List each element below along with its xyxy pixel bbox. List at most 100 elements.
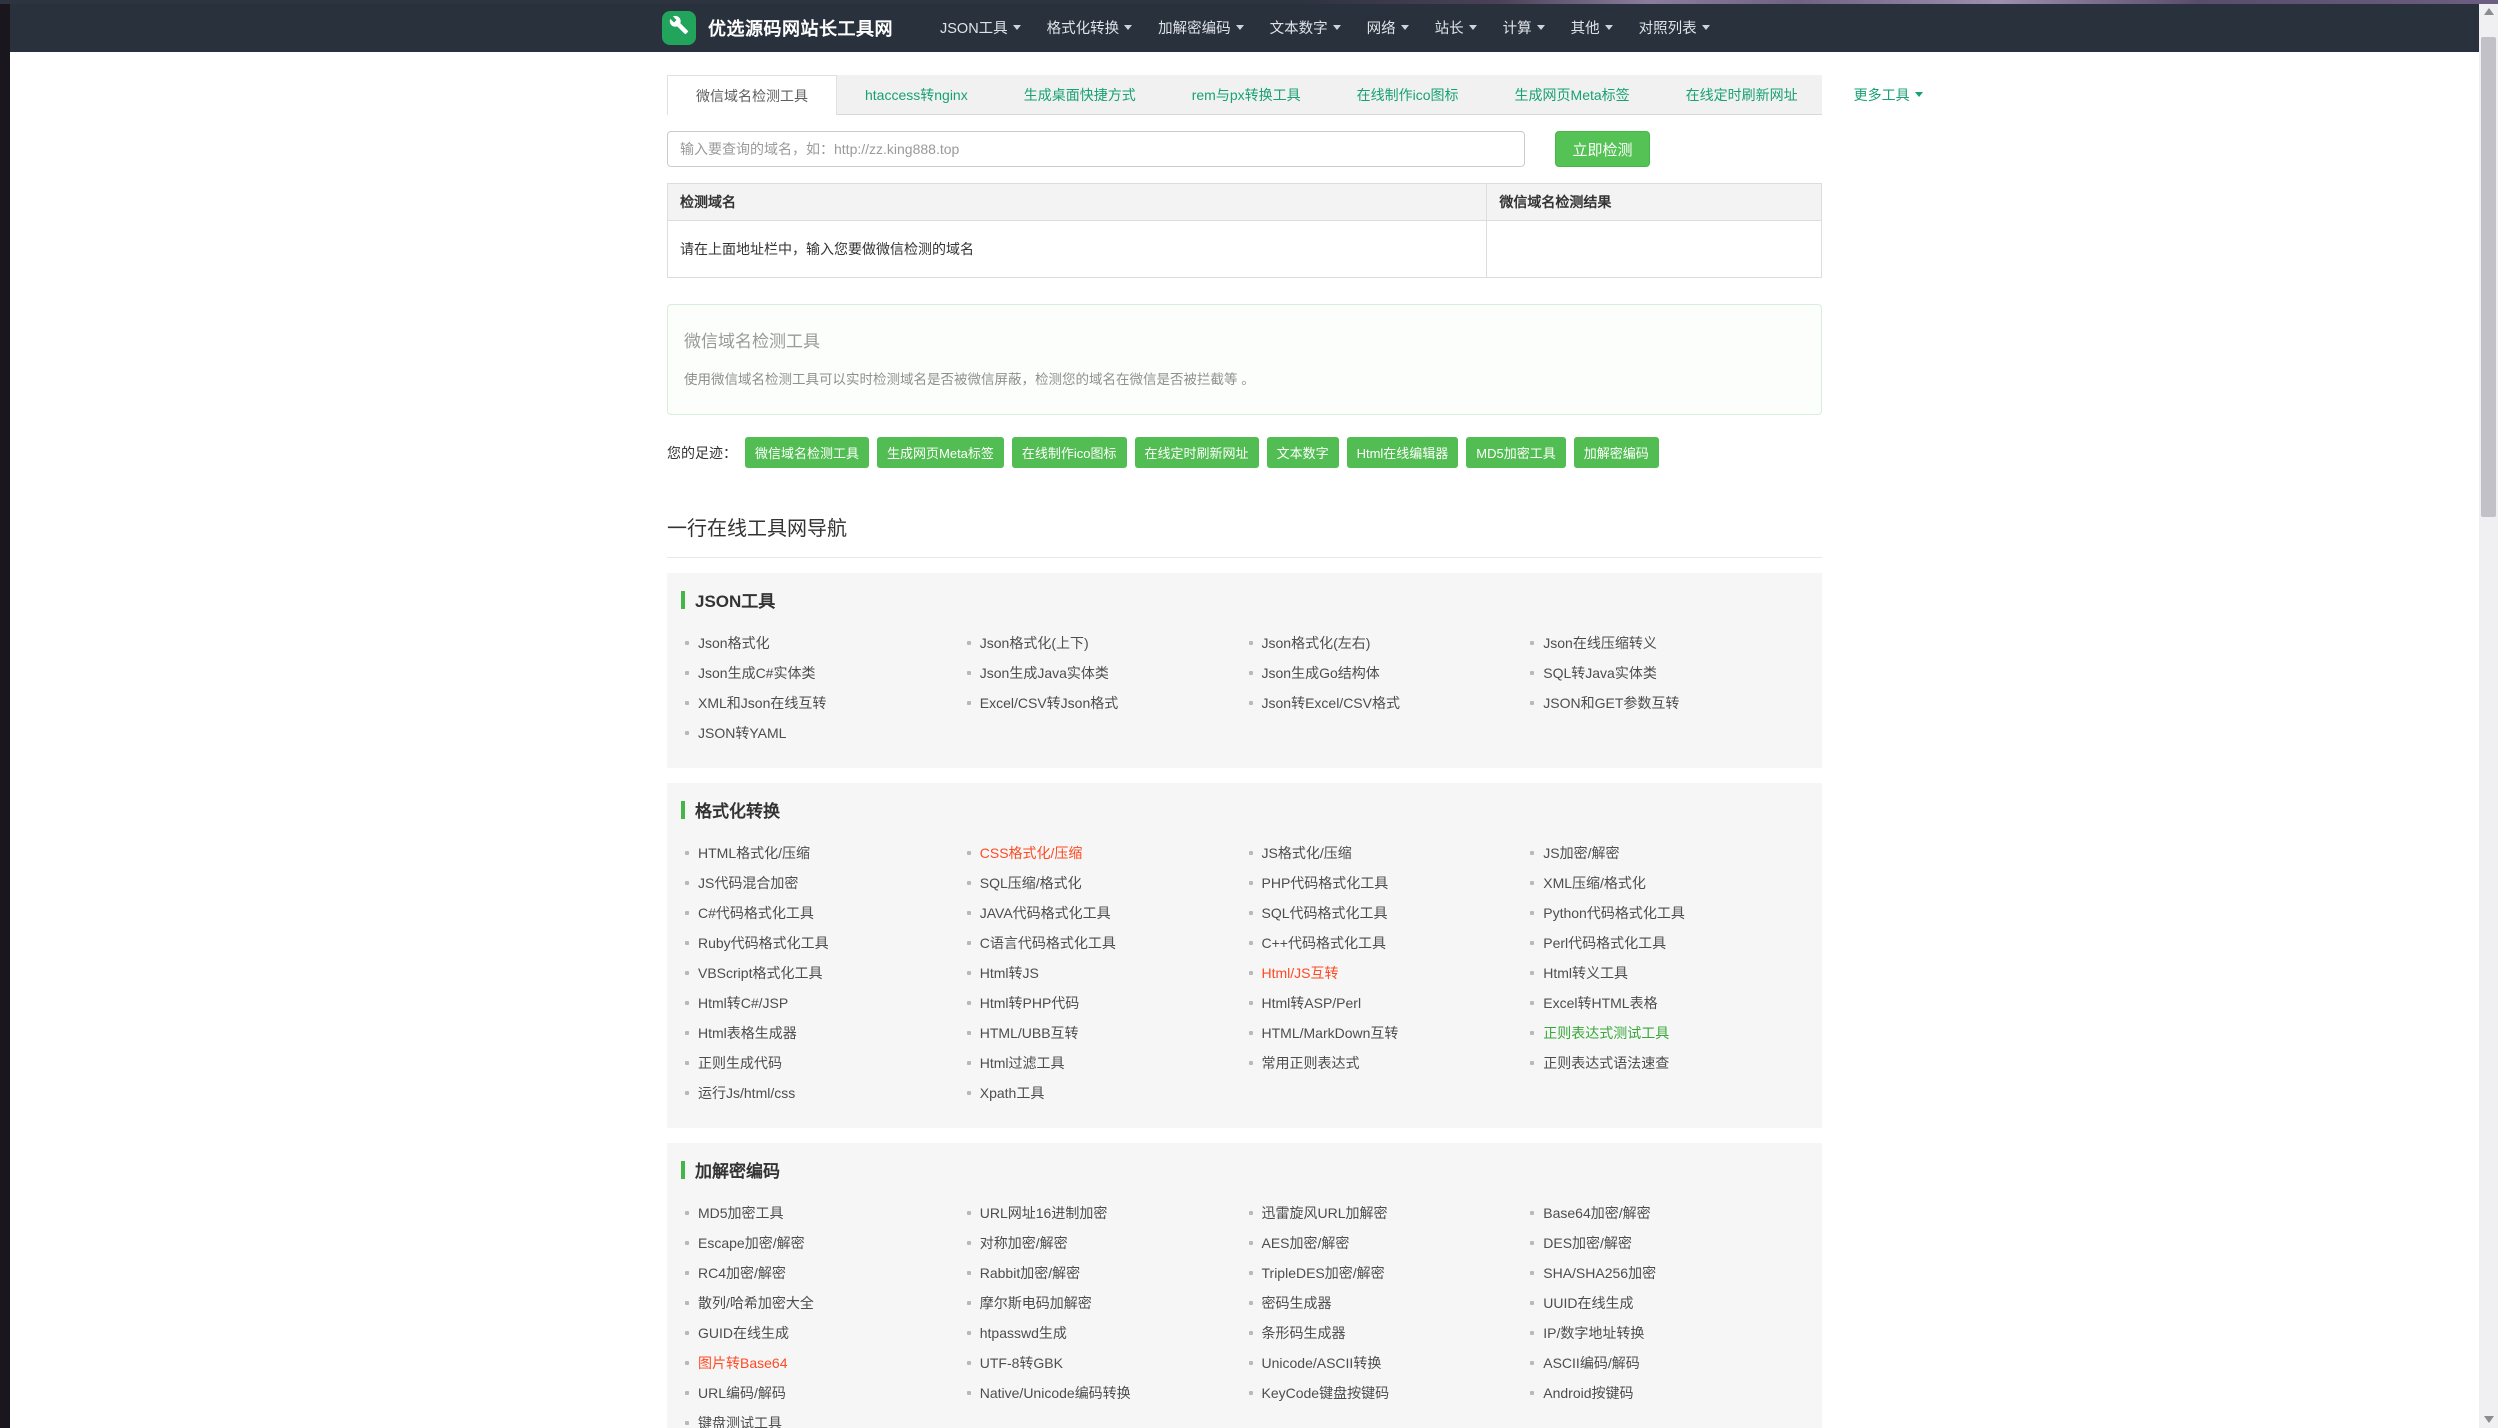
tool-link[interactable]: Json生成Go结构体 bbox=[1262, 663, 1380, 683]
tab-item[interactable]: 在线定时刷新网址 bbox=[1658, 75, 1826, 114]
menu-item[interactable]: 网络 bbox=[1354, 3, 1422, 52]
menu-item[interactable]: 对照列表 bbox=[1626, 3, 1723, 52]
tool-link[interactable]: Json格式化(左右) bbox=[1262, 633, 1371, 653]
tool-link[interactable]: htpasswd生成 bbox=[980, 1323, 1067, 1343]
tool-link[interactable]: URL编码/解码 bbox=[698, 1383, 786, 1403]
menu-item[interactable]: 格式化转换 bbox=[1034, 3, 1146, 52]
tool-link[interactable]: Html转ASP/Perl bbox=[1262, 993, 1362, 1013]
scrollbar-thumb[interactable] bbox=[2481, 37, 2496, 517]
tool-link[interactable]: Json格式化(上下) bbox=[980, 633, 1089, 653]
tool-link[interactable]: Html转义工具 bbox=[1543, 963, 1628, 983]
tool-link[interactable]: GUID在线生成 bbox=[698, 1323, 789, 1343]
tool-link[interactable]: XML压缩/格式化 bbox=[1543, 873, 1646, 893]
tool-link[interactable]: UUID在线生成 bbox=[1543, 1293, 1633, 1313]
tool-link[interactable]: SQL转Java实体类 bbox=[1543, 663, 1657, 683]
site-logo[interactable] bbox=[662, 10, 696, 45]
footprint-tag[interactable]: 加解密编码 bbox=[1573, 437, 1659, 468]
tool-link[interactable]: Html转PHP代码 bbox=[980, 993, 1080, 1013]
tool-link[interactable]: 正则表达式测试工具 bbox=[1543, 1023, 1669, 1043]
tool-link[interactable]: JS格式化/压缩 bbox=[1262, 843, 1352, 863]
tool-link[interactable]: TripleDES加密/解密 bbox=[1262, 1263, 1385, 1283]
tool-link[interactable]: URL网址16进制加密 bbox=[980, 1203, 1108, 1223]
tool-link[interactable]: HTML/MarkDown互转 bbox=[1262, 1023, 1399, 1043]
tab-item[interactable]: 更多工具 bbox=[1826, 75, 1951, 114]
footprint-tag[interactable]: 在线定时刷新网址 bbox=[1134, 437, 1259, 468]
tool-link[interactable]: 图片转Base64 bbox=[698, 1353, 787, 1373]
tool-link[interactable]: XML和Json在线互转 bbox=[698, 693, 826, 713]
tool-link[interactable]: Json在线压缩转义 bbox=[1543, 633, 1657, 653]
tab-item[interactable]: 生成网页Meta标签 bbox=[1487, 75, 1658, 114]
tool-link[interactable]: CSS格式化/压缩 bbox=[980, 843, 1083, 863]
tool-link[interactable]: HTML/UBB互转 bbox=[980, 1023, 1079, 1043]
tool-link[interactable]: ASCII编码/解码 bbox=[1543, 1353, 1639, 1373]
footprint-tag[interactable]: 微信域名检测工具 bbox=[745, 437, 870, 468]
footprint-tag[interactable]: MD5加密工具 bbox=[1466, 437, 1566, 468]
tool-link[interactable]: SHA/SHA256加密 bbox=[1543, 1263, 1656, 1283]
page-scrollbar[interactable] bbox=[2479, 3, 2498, 1428]
tool-link[interactable]: 条形码生成器 bbox=[1262, 1323, 1346, 1343]
tool-link[interactable]: Html/JS互转 bbox=[1262, 963, 1339, 983]
tool-link[interactable]: 散列/哈希加密大全 bbox=[698, 1293, 814, 1313]
domain-input[interactable] bbox=[667, 131, 1525, 167]
tool-link[interactable]: Json格式化 bbox=[698, 633, 770, 653]
footprint-tag[interactable]: 在线制作ico图标 bbox=[1011, 437, 1127, 468]
tool-link[interactable]: Xpath工具 bbox=[980, 1083, 1045, 1103]
tool-link[interactable]: Perl代码格式化工具 bbox=[1543, 933, 1666, 953]
menu-item[interactable]: 加解密编码 bbox=[1145, 3, 1257, 52]
tool-link[interactable]: Excel/CSV转Json格式 bbox=[980, 693, 1118, 713]
menu-item[interactable]: 计算 bbox=[1490, 3, 1558, 52]
tool-link[interactable]: Escape加密/解密 bbox=[698, 1233, 805, 1253]
tool-link[interactable]: JSON转YAML bbox=[698, 723, 786, 743]
tool-link[interactable]: Excel转HTML表格 bbox=[1543, 993, 1657, 1013]
tool-link[interactable]: 对称加密/解密 bbox=[980, 1233, 1068, 1253]
tool-link[interactable]: SQL压缩/格式化 bbox=[980, 873, 1082, 893]
tab-item[interactable]: 在线制作ico图标 bbox=[1329, 75, 1487, 114]
tool-link[interactable]: 正则表达式语法速查 bbox=[1543, 1053, 1669, 1073]
tool-link[interactable]: Base64加密/解密 bbox=[1543, 1203, 1650, 1223]
tool-link[interactable]: 运行Js/html/css bbox=[698, 1083, 795, 1103]
tool-link[interactable]: Android按键码 bbox=[1543, 1383, 1633, 1403]
scroll-up-arrow-icon[interactable] bbox=[2479, 3, 2498, 20]
tool-link[interactable]: PHP代码格式化工具 bbox=[1262, 873, 1389, 893]
tab-item[interactable]: 生成桌面快捷方式 bbox=[996, 75, 1164, 114]
tool-link[interactable]: DES加密/解密 bbox=[1543, 1233, 1632, 1253]
tab-item[interactable]: htaccess转nginx bbox=[837, 75, 996, 114]
tool-link[interactable]: 密码生成器 bbox=[1262, 1293, 1332, 1313]
tool-link[interactable]: Rabbit加密/解密 bbox=[980, 1263, 1080, 1283]
footprint-tag[interactable]: 文本数字 bbox=[1266, 437, 1339, 468]
tool-link[interactable]: Html转C#/JSP bbox=[698, 993, 788, 1013]
tool-link[interactable]: Ruby代码格式化工具 bbox=[698, 933, 829, 953]
tool-link[interactable]: 迅雷旋风URL加解密 bbox=[1262, 1203, 1388, 1223]
tool-link[interactable]: KeyCode键盘按键码 bbox=[1262, 1383, 1390, 1403]
footprint-tag[interactable]: 生成网页Meta标签 bbox=[877, 437, 1004, 468]
tool-link[interactable]: Json生成C#实体类 bbox=[698, 663, 815, 683]
tool-link[interactable]: VBScript格式化工具 bbox=[698, 963, 822, 983]
check-now-button[interactable]: 立即检测 bbox=[1555, 131, 1650, 167]
tool-link[interactable]: C++代码格式化工具 bbox=[1262, 933, 1386, 953]
tool-link[interactable]: JSON和GET参数互转 bbox=[1543, 693, 1679, 713]
tool-link[interactable]: Json生成Java实体类 bbox=[980, 663, 1109, 683]
tool-link[interactable]: C#代码格式化工具 bbox=[698, 903, 814, 923]
tool-link[interactable]: UTF-8转GBK bbox=[980, 1353, 1063, 1373]
scroll-down-arrow-icon[interactable] bbox=[2479, 1411, 2498, 1428]
tool-link[interactable]: JS代码混合加密 bbox=[698, 873, 798, 893]
tool-link[interactable]: 正则生成代码 bbox=[698, 1053, 782, 1073]
tool-link[interactable]: 键盘测试工具 bbox=[698, 1413, 782, 1428]
menu-item[interactable]: 其他 bbox=[1558, 3, 1626, 52]
tool-link[interactable]: HTML格式化/压缩 bbox=[698, 843, 810, 863]
menu-item[interactable]: 站长 bbox=[1422, 3, 1490, 52]
tool-link[interactable]: Html表格生成器 bbox=[698, 1023, 797, 1043]
menu-item[interactable]: JSON工具 bbox=[927, 3, 1034, 52]
tool-link[interactable]: Json转Excel/CSV格式 bbox=[1262, 693, 1400, 713]
tool-link[interactable]: Unicode/ASCII转换 bbox=[1262, 1353, 1382, 1373]
tool-link[interactable]: MD5加密工具 bbox=[698, 1203, 784, 1223]
tool-link[interactable]: IP/数字地址转换 bbox=[1543, 1323, 1644, 1343]
tool-link[interactable]: C语言代码格式化工具 bbox=[980, 933, 1116, 953]
tool-link[interactable]: 常用正则表达式 bbox=[1262, 1053, 1360, 1073]
tab-item[interactable]: rem与px转换工具 bbox=[1164, 75, 1329, 114]
tool-link[interactable]: SQL代码格式化工具 bbox=[1262, 903, 1388, 923]
tool-link[interactable]: Python代码格式化工具 bbox=[1543, 903, 1685, 923]
tool-link[interactable]: 摩尔斯电码加解密 bbox=[980, 1293, 1092, 1313]
menu-item[interactable]: 文本数字 bbox=[1257, 3, 1354, 52]
tool-link[interactable]: RC4加密/解密 bbox=[698, 1263, 786, 1283]
